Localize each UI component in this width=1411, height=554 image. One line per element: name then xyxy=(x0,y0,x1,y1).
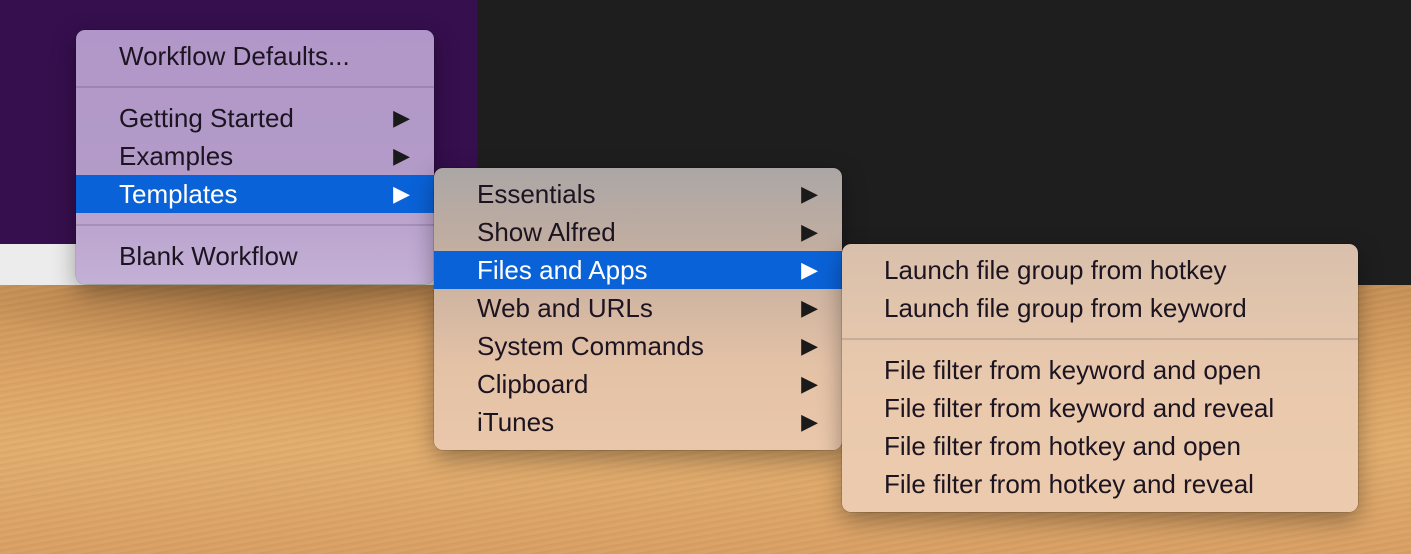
menu-item-essentials[interactable]: Essentials ▶ xyxy=(434,175,842,213)
menu-item-system-commands[interactable]: System Commands ▶ xyxy=(434,327,842,365)
menu-item-clipboard[interactable]: Clipboard ▶ xyxy=(434,365,842,403)
menu-item-label: Blank Workflow xyxy=(119,241,298,271)
submenu-arrow-icon: ▶ xyxy=(801,333,818,358)
menu-item-label: Getting Started xyxy=(119,103,294,133)
menu-item-label: System Commands xyxy=(477,331,704,361)
submenu-arrow-icon: ▶ xyxy=(393,181,410,206)
menu-separator xyxy=(76,213,434,237)
menu-item-label: File filter from hotkey and reveal xyxy=(884,469,1254,499)
menu-item-file-filter-keyword-reveal[interactable]: File filter from keyword and reveal xyxy=(842,389,1358,427)
menu-item-label: Launch file group from keyword xyxy=(884,293,1247,323)
templates-submenu: Essentials ▶ Show Alfred ▶ Files and App… xyxy=(434,168,842,450)
menu-item-files-and-apps[interactable]: Files and Apps ▶ xyxy=(434,251,842,289)
submenu-arrow-icon: ▶ xyxy=(801,257,818,282)
menu-item-launch-file-group-hotkey[interactable]: Launch file group from hotkey xyxy=(842,251,1358,289)
submenu-arrow-icon: ▶ xyxy=(801,219,818,244)
menu-item-blank-workflow[interactable]: Blank Workflow xyxy=(76,237,434,275)
menu-item-label: iTunes xyxy=(477,407,555,437)
submenu-arrow-icon: ▶ xyxy=(801,371,818,396)
menu-item-file-filter-hotkey-reveal[interactable]: File filter from hotkey and reveal xyxy=(842,465,1358,503)
menu-item-file-filter-keyword-open[interactable]: File filter from keyword and open xyxy=(842,351,1358,389)
menu-item-label: Templates xyxy=(119,179,238,209)
menu-separator xyxy=(842,327,1358,351)
submenu-arrow-icon: ▶ xyxy=(393,143,410,168)
menu-item-launch-file-group-keyword[interactable]: Launch file group from keyword xyxy=(842,289,1358,327)
menu-separator xyxy=(76,75,434,99)
menu-item-label: Examples xyxy=(119,141,234,171)
menu-item-web-and-urls[interactable]: Web and URLs ▶ xyxy=(434,289,842,327)
submenu-arrow-icon: ▶ xyxy=(393,105,410,130)
menu-item-workflow-defaults[interactable]: Workflow Defaults... xyxy=(76,37,434,75)
menu-item-label: Clipboard xyxy=(477,369,589,399)
menu-item-label: File filter from keyword and open xyxy=(884,355,1262,385)
menu-item-templates[interactable]: Templates ▶ xyxy=(76,175,434,213)
submenu-arrow-icon: ▶ xyxy=(801,295,818,320)
submenu-arrow-icon: ▶ xyxy=(801,181,818,206)
menu-item-label: Show Alfred xyxy=(477,217,616,247)
menu-item-label: Essentials xyxy=(477,179,596,209)
menu-item-label: Files and Apps xyxy=(477,255,648,285)
menu-item-getting-started[interactable]: Getting Started ▶ xyxy=(76,99,434,137)
menu-item-itunes[interactable]: iTunes ▶ xyxy=(434,403,842,441)
menu-item-show-alfred[interactable]: Show Alfred ▶ xyxy=(434,213,842,251)
files-and-apps-submenu: Launch file group from hotkey Launch fil… xyxy=(842,244,1358,512)
submenu-arrow-icon: ▶ xyxy=(801,409,818,434)
menu-item-file-filter-hotkey-open[interactable]: File filter from hotkey and open xyxy=(842,427,1358,465)
menu-item-examples[interactable]: Examples ▶ xyxy=(76,137,434,175)
menu-item-label: Workflow Defaults... xyxy=(119,41,350,71)
workflow-context-menu: Workflow Defaults... Getting Started ▶ E… xyxy=(76,30,434,284)
menu-item-label: File filter from keyword and reveal xyxy=(884,393,1275,423)
menu-item-label: File filter from hotkey and open xyxy=(884,431,1241,461)
menu-item-label: Web and URLs xyxy=(477,293,653,323)
menu-item-label: Launch file group from hotkey xyxy=(884,255,1227,285)
